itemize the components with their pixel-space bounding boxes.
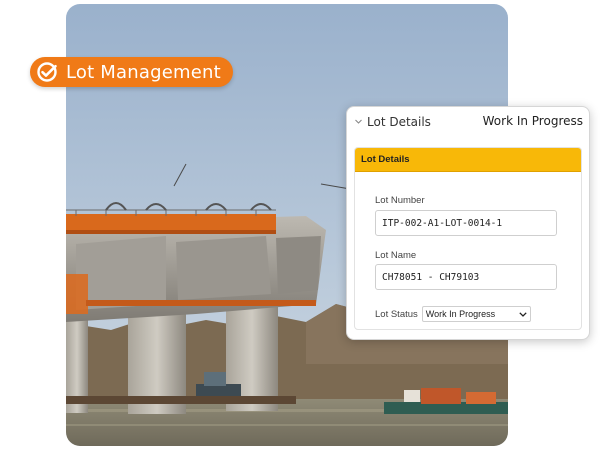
lot-status-label: Lot Status <box>375 308 418 320</box>
lot-details-card: Lot Details Lot Number ITP-002-A1-LOT-00… <box>354 147 582 330</box>
panel-title: Lot Details <box>367 115 431 129</box>
lot-status-value: Work In Progress <box>425 309 496 319</box>
lot-name-label: Lot Name <box>375 250 417 261</box>
badge-label: Lot Management <box>66 61 221 83</box>
panel-header[interactable]: Lot Details Work In Progress <box>347 107 589 137</box>
card-header-label: Lot Details <box>361 154 410 165</box>
chevron-down-icon <box>519 311 527 317</box>
lot-status-select[interactable]: Work In Progress <box>421 306 531 322</box>
lot-management-badge: Lot Management <box>30 57 233 87</box>
card-header: Lot Details <box>355 148 581 172</box>
lot-name-field[interactable]: CH78051 - CH79103 <box>375 264 557 290</box>
check-circle-icon <box>37 62 57 82</box>
panel-status: Work In Progress <box>482 114 583 128</box>
chevron-down-icon[interactable] <box>354 117 363 126</box>
lot-details-panel: Lot Details Work In Progress Lot Details… <box>346 106 590 340</box>
lot-status-row: Lot Status Work In Progress <box>375 306 531 322</box>
lot-number-label: Lot Number <box>375 195 425 206</box>
lot-number-field[interactable]: ITP-002-A1-LOT-0014-1 <box>375 210 557 236</box>
